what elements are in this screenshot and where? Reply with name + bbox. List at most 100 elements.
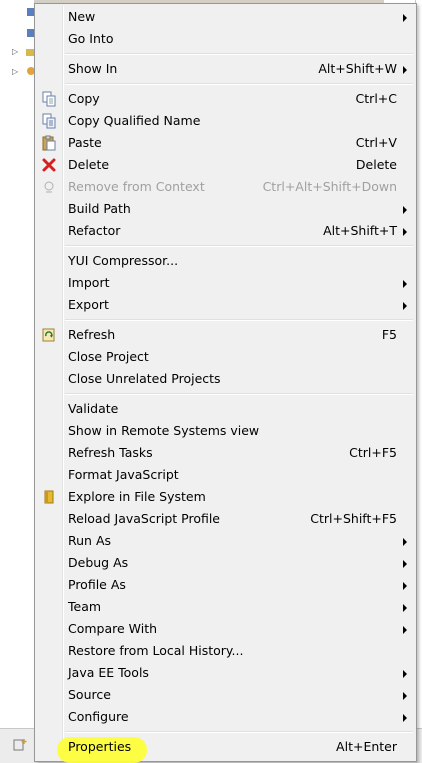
menu-item-label: Export — [68, 297, 109, 312]
menu-separator — [65, 53, 413, 55]
submenu-arrow-icon — [403, 66, 407, 74]
paste-icon — [42, 135, 56, 151]
menu-item-properties[interactable]: Properties Alt+Enter — [35, 736, 416, 758]
menu-item-close-project[interactable]: Close Project — [35, 346, 416, 368]
menu-item-copy[interactable]: Copy Ctrl+C — [35, 88, 416, 110]
submenu-arrow-icon — [403, 670, 407, 678]
menu-item-java-ee-tools[interactable]: Java EE Tools — [35, 662, 416, 684]
menu-item-label: Configure — [68, 709, 129, 724]
menu-item-label: Build Path — [68, 201, 131, 216]
menu-item-refresh[interactable]: Refresh F5 — [35, 324, 416, 346]
menu-separator — [65, 731, 413, 733]
menu-item-shortcut: Delete — [355, 157, 397, 172]
menu-item-label: Team — [68, 599, 102, 614]
menu-item-refresh-tasks[interactable]: Refresh Tasks Ctrl+F5 — [35, 442, 416, 464]
menu-item-go-into[interactable]: Go Into — [35, 28, 416, 50]
menu-item-shortcut: Ctrl+F5 — [349, 445, 397, 460]
context-menu: New Go Into Show In Alt+Shift+W Copy Ctr… — [34, 3, 417, 763]
submenu-arrow-icon — [403, 228, 407, 236]
submenu-arrow-icon — [403, 714, 407, 722]
menu-item-new[interactable]: New — [35, 6, 416, 28]
menu-item-label: Refactor — [68, 223, 121, 238]
menu-item-shortcut: Alt+Shift+W — [318, 61, 397, 76]
menu-item-label: Go Into — [68, 31, 114, 46]
status-add-icon[interactable] — [12, 737, 28, 753]
menu-item-label: Copy — [68, 91, 100, 106]
menu-item-remove-from-context: Remove from Context Ctrl+Alt+Shift+Down — [35, 176, 416, 198]
submenu-arrow-icon — [403, 626, 407, 634]
submenu-arrow-icon — [403, 560, 407, 568]
menu-item-label: Compare With — [68, 621, 158, 636]
refresh-icon — [42, 328, 55, 342]
menu-item-label: Explore in File System — [68, 489, 206, 504]
menu-item-export[interactable]: Export — [35, 294, 416, 316]
menu-item-label: Show In — [68, 61, 118, 76]
submenu-arrow-icon — [403, 280, 407, 288]
menu-item-label: Profile As — [68, 577, 126, 592]
folder-icon — [44, 490, 54, 504]
submenu-arrow-icon — [403, 604, 407, 612]
menu-item-label: New — [68, 9, 96, 24]
project-explorer-tree: ▷ ▷ — [0, 0, 36, 728]
menu-item-shortcut: Alt+Enter — [336, 739, 397, 754]
menu-separator — [65, 393, 413, 395]
menu-item-paste[interactable]: Paste Ctrl+V — [35, 132, 416, 154]
menu-item-label: Source — [68, 687, 111, 702]
delete-icon — [42, 158, 56, 172]
menu-item-label: Java EE Tools — [68, 665, 149, 680]
menu-item-shortcut: Ctrl+Alt+Shift+Down — [262, 179, 397, 194]
menu-separator — [65, 319, 413, 321]
menu-item-configure[interactable]: Configure — [35, 706, 416, 728]
menu-item-yui-compressor[interactable]: YUI Compressor... — [35, 250, 416, 272]
menu-item-delete[interactable]: Delete Delete — [35, 154, 416, 176]
menu-item-run-as[interactable]: Run As — [35, 530, 416, 552]
menu-separator — [65, 245, 413, 247]
tree-expand-icon[interactable]: ▷ — [12, 67, 18, 76]
submenu-arrow-icon — [403, 302, 407, 310]
menu-item-import[interactable]: Import — [35, 272, 416, 294]
menu-item-label: Paste — [68, 135, 102, 150]
menu-item-label: Reload JavaScript Profile — [68, 511, 221, 526]
menu-item-compare-with[interactable]: Compare With — [35, 618, 416, 640]
menu-item-close-unrelated-projects[interactable]: Close Unrelated Projects — [35, 368, 416, 390]
menu-item-show-in[interactable]: Show In Alt+Shift+W — [35, 58, 416, 80]
menu-item-label: Run As — [68, 533, 112, 548]
menu-item-build-path[interactable]: Build Path — [35, 198, 416, 220]
copy-qualified-icon — [42, 113, 56, 129]
tree-expand-icon[interactable]: ▷ — [12, 47, 18, 56]
menu-item-label: Show in Remote Systems view — [68, 423, 260, 438]
menu-item-shortcut: Ctrl+C — [355, 91, 397, 106]
menu-item-profile-as[interactable]: Profile As — [35, 574, 416, 596]
menu-item-label: Close Unrelated Projects — [68, 371, 221, 386]
menu-item-shortcut: F5 — [381, 327, 397, 342]
menu-item-label: Properties — [68, 739, 132, 754]
menu-item-refactor[interactable]: Refactor Alt+Shift+T — [35, 220, 416, 242]
menu-item-reload-javascript-profile[interactable]: Reload JavaScript Profile Ctrl+Shift+F5 — [35, 508, 416, 530]
submenu-arrow-icon — [403, 582, 407, 590]
menu-item-shortcut: Alt+Shift+T — [323, 223, 397, 238]
remove-context-icon — [44, 181, 54, 193]
menu-item-label: YUI Compressor... — [68, 253, 179, 268]
menu-item-debug-as[interactable]: Debug As — [35, 552, 416, 574]
menu-item-restore-from-local-history[interactable]: Restore from Local History... — [35, 640, 416, 662]
menu-item-explore-in-file-system[interactable]: Explore in File System — [35, 486, 416, 508]
menu-item-source[interactable]: Source — [35, 684, 416, 706]
menu-item-shortcut: Ctrl+V — [355, 135, 397, 150]
menu-item-show-in-remote-systems[interactable]: Show in Remote Systems view — [35, 420, 416, 442]
menu-item-label: Restore from Local History... — [68, 643, 244, 658]
menu-separator — [65, 83, 413, 85]
menu-item-copy-qualified-name[interactable]: Copy Qualified Name — [35, 110, 416, 132]
menu-item-label: Validate — [68, 401, 119, 416]
submenu-arrow-icon — [403, 206, 407, 214]
submenu-arrow-icon — [403, 14, 407, 22]
menu-item-label: Close Project — [68, 349, 149, 364]
menu-item-validate[interactable]: Validate — [35, 398, 416, 420]
menu-item-label: Delete — [68, 157, 110, 172]
menu-item-team[interactable]: Team — [35, 596, 416, 618]
menu-item-label: Refresh — [68, 327, 116, 342]
menu-item-label: Debug As — [68, 555, 129, 570]
menu-item-label: Refresh Tasks — [68, 445, 153, 460]
menu-item-label: Import — [68, 275, 110, 290]
menu-item-format-javascript[interactable]: Format JavaScript — [35, 464, 416, 486]
copy-icon — [42, 91, 56, 107]
